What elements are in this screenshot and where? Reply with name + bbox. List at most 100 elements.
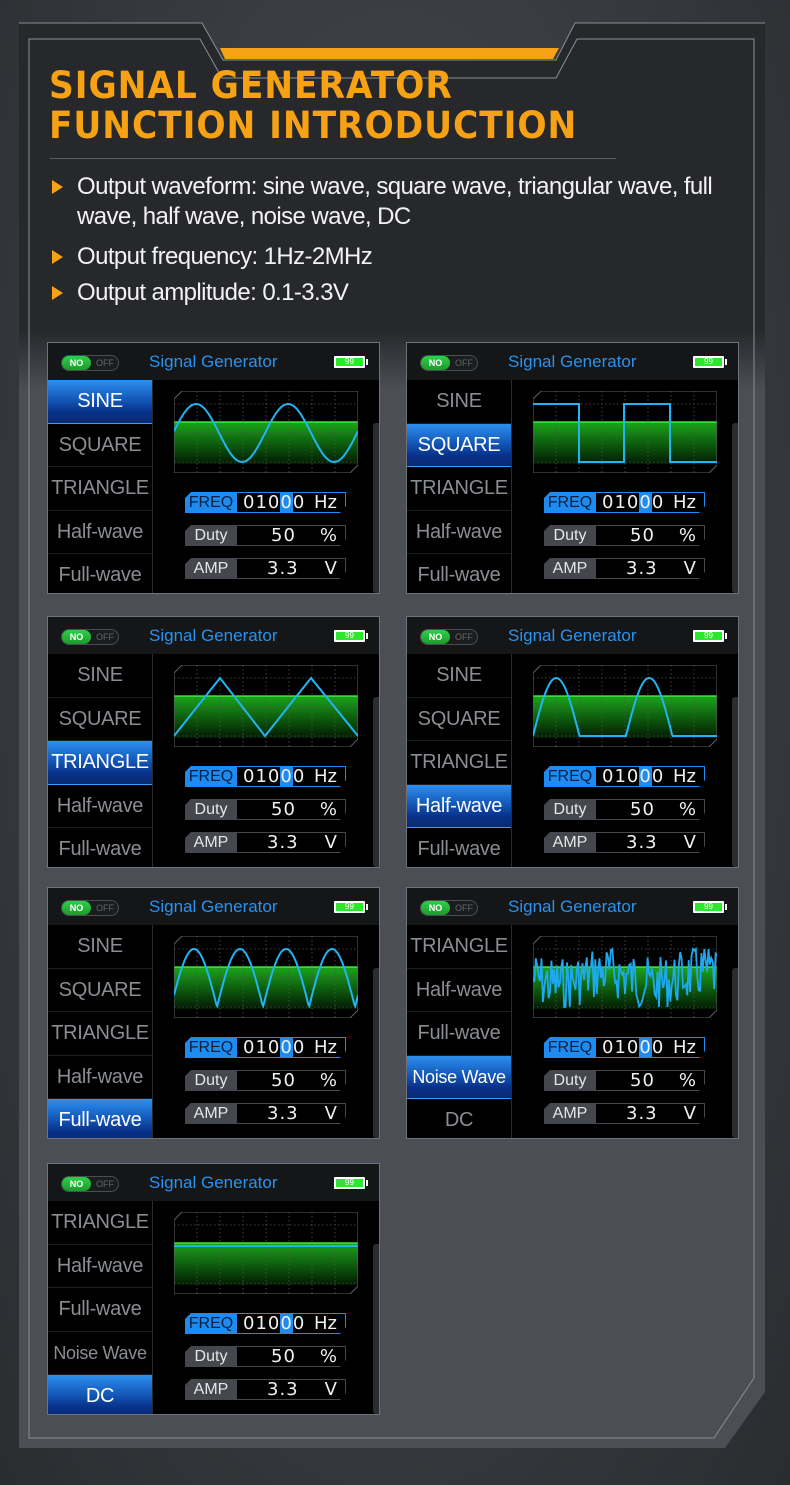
duty-value[interactable]: 50 % bbox=[596, 799, 705, 820]
menu-item-triangle[interactable]: TRIANGLE bbox=[407, 741, 511, 785]
scroll-rail[interactable] bbox=[373, 697, 379, 867]
freq-value[interactable]: 01000 Hz bbox=[237, 1037, 346, 1058]
freq-unit: Hz bbox=[314, 492, 337, 513]
amp-label: AMP bbox=[185, 832, 237, 853]
menu-item-noise-wave[interactable]: Noise Wave bbox=[48, 1332, 152, 1376]
freq-value[interactable]: 01000 Hz bbox=[596, 492, 705, 513]
amp-value[interactable]: 3.3 V bbox=[596, 832, 705, 853]
menu-item-square[interactable]: SQUARE bbox=[407, 423, 511, 468]
menu-item-sine[interactable]: SINE bbox=[48, 654, 152, 698]
duty-row[interactable]: Duty 50 % bbox=[544, 799, 705, 820]
menu-item-square[interactable]: SQUARE bbox=[407, 698, 511, 742]
menu-item-full-wave[interactable]: Full-wave bbox=[48, 1099, 152, 1138]
freq-row[interactable]: FREQ 01000 Hz bbox=[185, 766, 346, 787]
menu-item-square[interactable]: SQUARE bbox=[48, 698, 152, 742]
freq-cursor-digit[interactable]: 0 bbox=[280, 492, 293, 513]
menu-item-sine[interactable]: SINE bbox=[48, 380, 152, 424]
freq-cursor-digit[interactable]: 0 bbox=[639, 766, 652, 787]
menu-item-half-wave[interactable]: Half-wave bbox=[407, 969, 511, 1013]
menu-item-square[interactable]: SQUARE bbox=[48, 969, 152, 1013]
freq-cursor-digit[interactable]: 0 bbox=[639, 1037, 652, 1058]
menu-item-full-wave[interactable]: Full-wave bbox=[407, 828, 511, 867]
scroll-rail[interactable] bbox=[373, 968, 379, 1138]
output-toggle[interactable]: NO OFF bbox=[61, 355, 119, 371]
menu-item-dc[interactable]: DC bbox=[407, 1099, 511, 1138]
menu-item-full-wave[interactable]: Full-wave bbox=[48, 828, 152, 867]
output-toggle[interactable]: NO OFF bbox=[420, 900, 478, 916]
amp-row[interactable]: AMP 3.3 V bbox=[544, 558, 705, 579]
menu-item-sine[interactable]: SINE bbox=[407, 380, 511, 424]
menu-item-square[interactable]: SQUARE bbox=[48, 424, 152, 468]
menu-item-sine[interactable]: SINE bbox=[407, 654, 511, 698]
menu-item-half-wave[interactable]: Half-wave bbox=[48, 511, 152, 555]
output-toggle[interactable]: NO OFF bbox=[420, 355, 478, 371]
freq-cursor-digit[interactable]: 0 bbox=[280, 1313, 293, 1334]
amp-value[interactable]: 3.3 V bbox=[237, 1103, 346, 1124]
amp-value[interactable]: 3.3 V bbox=[237, 832, 346, 853]
menu-item-half-wave[interactable]: Half-wave bbox=[48, 1056, 152, 1100]
amp-row[interactable]: AMP 3.3 V bbox=[544, 832, 705, 853]
duty-value[interactable]: 50 % bbox=[237, 799, 346, 820]
output-toggle[interactable]: NO OFF bbox=[61, 900, 119, 916]
duty-value[interactable]: 50 % bbox=[237, 525, 346, 546]
freq-value[interactable]: 01000 Hz bbox=[237, 766, 346, 787]
output-toggle[interactable]: NO OFF bbox=[61, 1176, 119, 1192]
menu-item-full-wave[interactable]: Full-wave bbox=[48, 1288, 152, 1332]
amp-row[interactable]: AMP 3.3 V bbox=[185, 832, 346, 853]
duty-row[interactable]: Duty 50 % bbox=[544, 1070, 705, 1091]
scroll-rail[interactable] bbox=[732, 968, 738, 1138]
menu-item-triangle[interactable]: TRIANGLE bbox=[407, 925, 511, 969]
freq-value[interactable]: 01000 Hz bbox=[237, 492, 346, 513]
amp-value[interactable]: 3.3 V bbox=[237, 558, 346, 579]
freq-cursor-digit[interactable]: 0 bbox=[639, 492, 652, 513]
scroll-rail[interactable] bbox=[732, 423, 738, 593]
menu-item-half-wave[interactable]: Half-wave bbox=[48, 785, 152, 829]
amp-value[interactable]: 3.3 V bbox=[596, 1103, 705, 1124]
menu-item-half-wave[interactable]: Half-wave bbox=[407, 784, 511, 829]
menu-item-half-wave[interactable]: Half-wave bbox=[48, 1245, 152, 1289]
menu-item-half-wave[interactable]: Half-wave bbox=[407, 511, 511, 555]
freq-cursor-digit[interactable]: 0 bbox=[280, 766, 293, 787]
freq-row[interactable]: FREQ 01000 Hz bbox=[544, 1037, 705, 1058]
amp-value[interactable]: 3.3 V bbox=[237, 1379, 346, 1400]
freq-row[interactable]: FREQ 01000 Hz bbox=[544, 492, 705, 513]
amp-row[interactable]: AMP 3.3 V bbox=[185, 1103, 346, 1124]
menu-item-full-wave[interactable]: Full-wave bbox=[48, 554, 152, 593]
amp-row[interactable]: AMP 3.3 V bbox=[544, 1103, 705, 1124]
duty-value[interactable]: 50 % bbox=[596, 525, 705, 546]
menu-item-full-wave[interactable]: Full-wave bbox=[407, 1012, 511, 1056]
amp-value[interactable]: 3.3 V bbox=[596, 558, 705, 579]
scroll-rail[interactable] bbox=[732, 697, 738, 867]
menu-item-dc[interactable]: DC bbox=[48, 1375, 152, 1414]
freq-value[interactable]: 01000 Hz bbox=[237, 1313, 346, 1334]
duty-value[interactable]: 50 % bbox=[237, 1346, 346, 1367]
output-toggle[interactable]: NO OFF bbox=[420, 629, 478, 645]
duty-row[interactable]: Duty 50 % bbox=[185, 799, 346, 820]
duty-row[interactable]: Duty 50 % bbox=[185, 1070, 346, 1091]
duty-value[interactable]: 50 % bbox=[596, 1070, 705, 1091]
freq-cursor-digit[interactable]: 0 bbox=[280, 1037, 293, 1058]
menu-item-triangle[interactable]: TRIANGLE bbox=[48, 1201, 152, 1245]
freq-row[interactable]: FREQ 01000 Hz bbox=[185, 1313, 346, 1334]
freq-row[interactable]: FREQ 01000 Hz bbox=[185, 1037, 346, 1058]
scroll-rail[interactable] bbox=[373, 1244, 379, 1414]
menu-item-triangle[interactable]: TRIANGLE bbox=[48, 467, 152, 511]
menu-item-full-wave[interactable]: Full-wave bbox=[407, 554, 511, 593]
freq-value[interactable]: 01000 Hz bbox=[596, 766, 705, 787]
menu-item-noise-wave[interactable]: Noise Wave bbox=[407, 1055, 511, 1100]
duty-row[interactable]: Duty 50 % bbox=[185, 1346, 346, 1367]
freq-value[interactable]: 01000 Hz bbox=[596, 1037, 705, 1058]
freq-row[interactable]: FREQ 01000 Hz bbox=[185, 492, 346, 513]
scroll-rail[interactable] bbox=[373, 423, 379, 593]
duty-row[interactable]: Duty 50 % bbox=[544, 525, 705, 546]
duty-row[interactable]: Duty 50 % bbox=[185, 525, 346, 546]
amp-row[interactable]: AMP 3.3 V bbox=[185, 558, 346, 579]
output-toggle[interactable]: NO OFF bbox=[61, 629, 119, 645]
freq-row[interactable]: FREQ 01000 Hz bbox=[544, 766, 705, 787]
amp-row[interactable]: AMP 3.3 V bbox=[185, 1379, 346, 1400]
menu-item-sine[interactable]: SINE bbox=[48, 925, 152, 969]
menu-item-triangle[interactable]: TRIANGLE bbox=[407, 467, 511, 511]
menu-item-triangle[interactable]: TRIANGLE bbox=[48, 1012, 152, 1056]
menu-item-triangle[interactable]: TRIANGLE bbox=[48, 741, 152, 785]
duty-value[interactable]: 50 % bbox=[237, 1070, 346, 1091]
